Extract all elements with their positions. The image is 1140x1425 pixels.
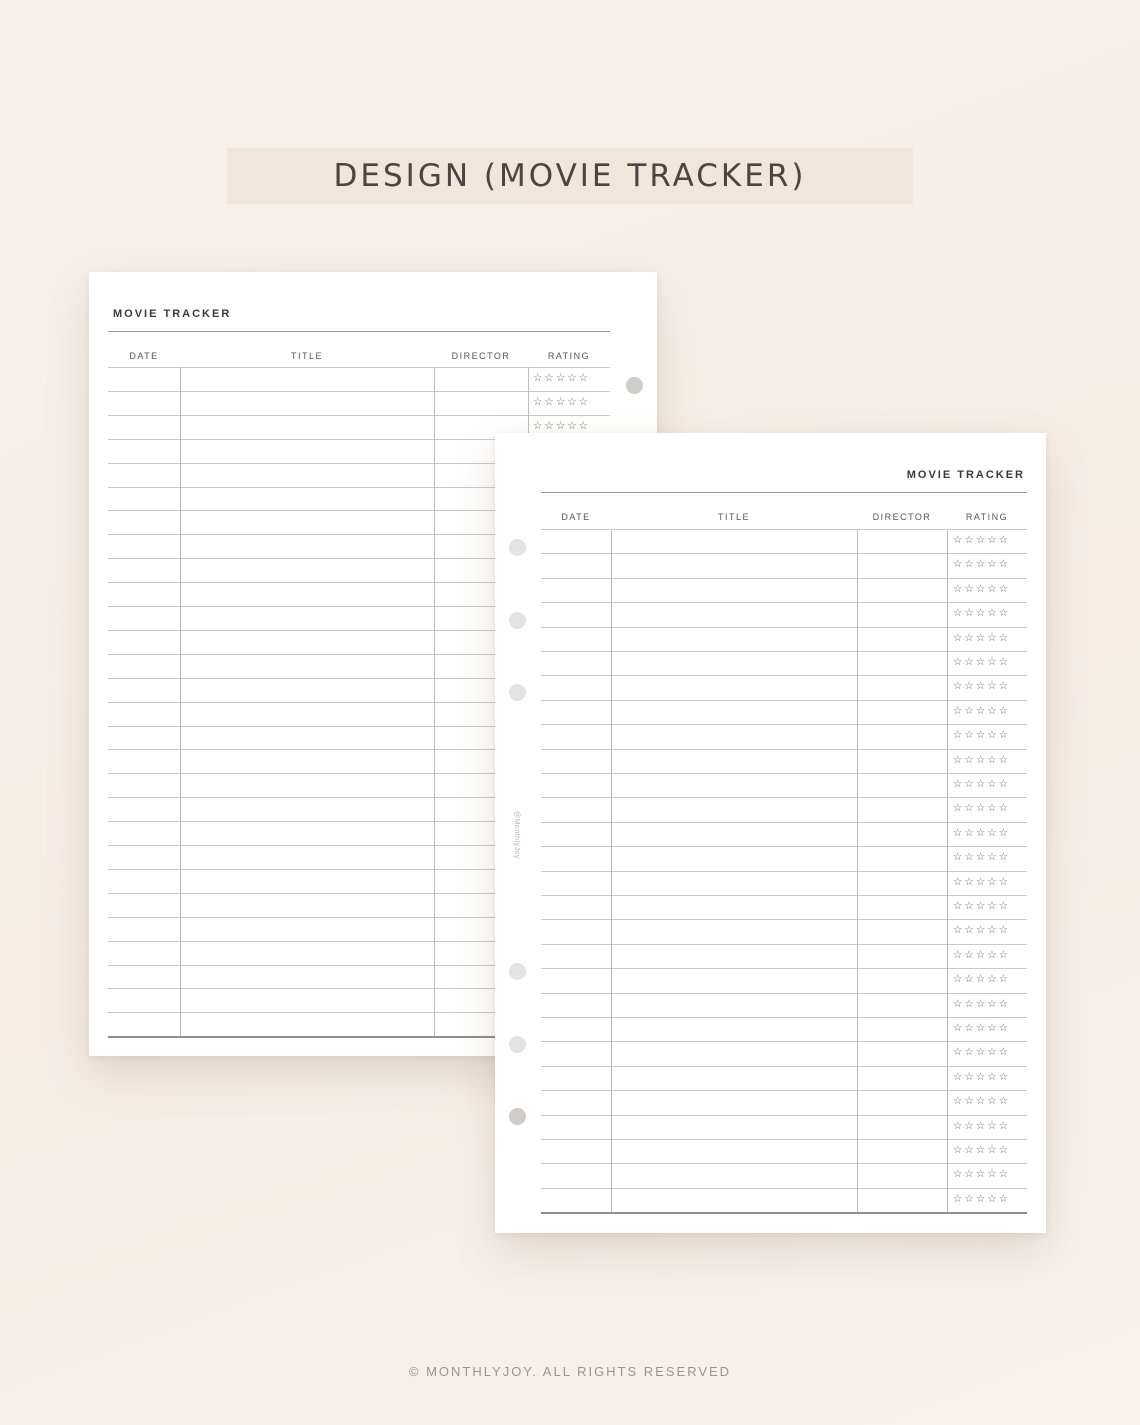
rating-stars: ☆☆☆☆☆ [953,900,1011,912]
rating-stars: ☆☆☆☆☆ [953,875,1011,888]
table-column-divider [180,367,181,1037]
table-row-line [541,821,1027,823]
table-row-line [541,1017,1027,1018]
rating-stars: ☆☆☆☆☆ [953,656,1011,668]
table-row-line [541,846,1027,848]
front-col-director: DIRECTOR [872,512,932,522]
front-sheet-title: MOVIE TRACKER [906,469,1025,481]
front-title-rule [541,492,1027,493]
binder-hole [509,684,526,701]
table-row-line [541,797,1027,799]
rating-stars: ☆☆☆☆☆ [953,753,1011,766]
rating-stars: ☆☆☆☆☆ [953,704,1011,717]
table-column-divider [434,367,435,1037]
rating-stars: ☆☆☆☆☆ [953,558,1011,571]
back-col-director: DIRECTOR [451,351,511,361]
rating-stars: ☆☆☆☆☆ [953,1168,1011,1181]
table-row-line [541,651,1027,652]
table-row-line [541,1065,1027,1067]
back-sheet-title: MOVIE TRACKER [113,308,232,320]
binder-hole [626,377,643,394]
rating-stars: ☆☆☆☆☆ [533,372,591,384]
rating-stars: ☆☆☆☆☆ [953,1119,1011,1132]
rating-stars: ☆☆☆☆☆ [953,1070,1011,1083]
rating-stars: ☆☆☆☆☆ [533,419,591,432]
table-row-line [541,773,1027,774]
watermark: @MonthlyJoy [513,811,520,860]
table-column-divider [857,529,858,1213]
table-row-line [541,1090,1027,1092]
table-row-line [541,943,1027,945]
table-row-line [541,992,1027,994]
rating-stars: ☆☆☆☆☆ [953,997,1011,1010]
table-row-line [541,968,1027,970]
back-col-title: TITLE [290,351,323,361]
back-title-rule [108,331,610,332]
rating-stars: ☆☆☆☆☆ [953,680,1011,693]
binder-hole [509,539,526,556]
rating-stars: ☆☆☆☆☆ [953,631,1011,644]
table-row-line [541,1163,1027,1165]
table-row-line [108,390,610,392]
back-col-date: DATE [129,351,159,361]
rating-stars: ☆☆☆☆☆ [953,1192,1011,1205]
front-col-rating: RATING [965,512,1009,522]
rating-stars: ☆☆☆☆☆ [953,607,1011,620]
banner-title: DESIGN (MOVIE TRACKER) [333,158,807,194]
table-row-line [541,748,1027,750]
binder-hole [509,1108,526,1125]
rating-stars: ☆☆☆☆☆ [953,924,1011,937]
rating-stars: ☆☆☆☆☆ [953,778,1011,790]
table-row-line [541,870,1027,872]
table-row-line [108,367,610,368]
footer-copyright: © MONTHLYJOY. ALL RIGHTS RESERVED [408,1364,732,1379]
table-row-line [541,919,1027,921]
table-row-line [541,895,1027,896]
table-row-line [541,1041,1027,1043]
table-row-line [541,529,1027,530]
rating-stars: ☆☆☆☆☆ [953,973,1011,986]
rating-stars: ☆☆☆☆☆ [953,1144,1011,1156]
front-col-title: TITLE [717,512,750,522]
table-column-divider [611,529,612,1213]
table-bottom-rule [541,1212,1027,1215]
binder-hole [509,1036,526,1053]
table-row-line [541,577,1027,579]
table-row-line [541,699,1027,701]
table-row-line [108,414,610,416]
table-row-line [541,675,1027,677]
rating-stars: ☆☆☆☆☆ [953,534,1011,546]
rating-stars: ☆☆☆☆☆ [953,729,1011,742]
front-sheet: MOVIE TRACKER DATE TITLE DIRECTOR RATING… [495,433,1046,1233]
rating-stars: ☆☆☆☆☆ [953,1046,1011,1059]
rating-stars: ☆☆☆☆☆ [953,1095,1011,1108]
title-banner: DESIGN (MOVIE TRACKER) [227,148,913,204]
rating-stars: ☆☆☆☆☆ [953,851,1011,864]
rating-stars: ☆☆☆☆☆ [953,948,1011,961]
table-row-line [541,1114,1027,1116]
rating-stars: ☆☆☆☆☆ [953,582,1011,595]
table-row-line [541,724,1027,726]
table-row-line [541,1187,1027,1189]
table-row-line [541,553,1027,555]
table-column-divider [947,529,948,1213]
rating-stars: ☆☆☆☆☆ [953,826,1011,839]
table-row-line [541,626,1027,628]
back-col-rating: RATING [547,351,591,361]
rating-stars: ☆☆☆☆☆ [533,395,591,408]
binder-hole [509,963,526,980]
front-col-date: DATE [561,512,591,522]
table-row-line [541,602,1027,604]
rating-stars: ☆☆☆☆☆ [953,1022,1011,1034]
rating-stars: ☆☆☆☆☆ [953,802,1011,815]
table-row-line [541,1139,1027,1140]
binder-hole [509,612,526,629]
